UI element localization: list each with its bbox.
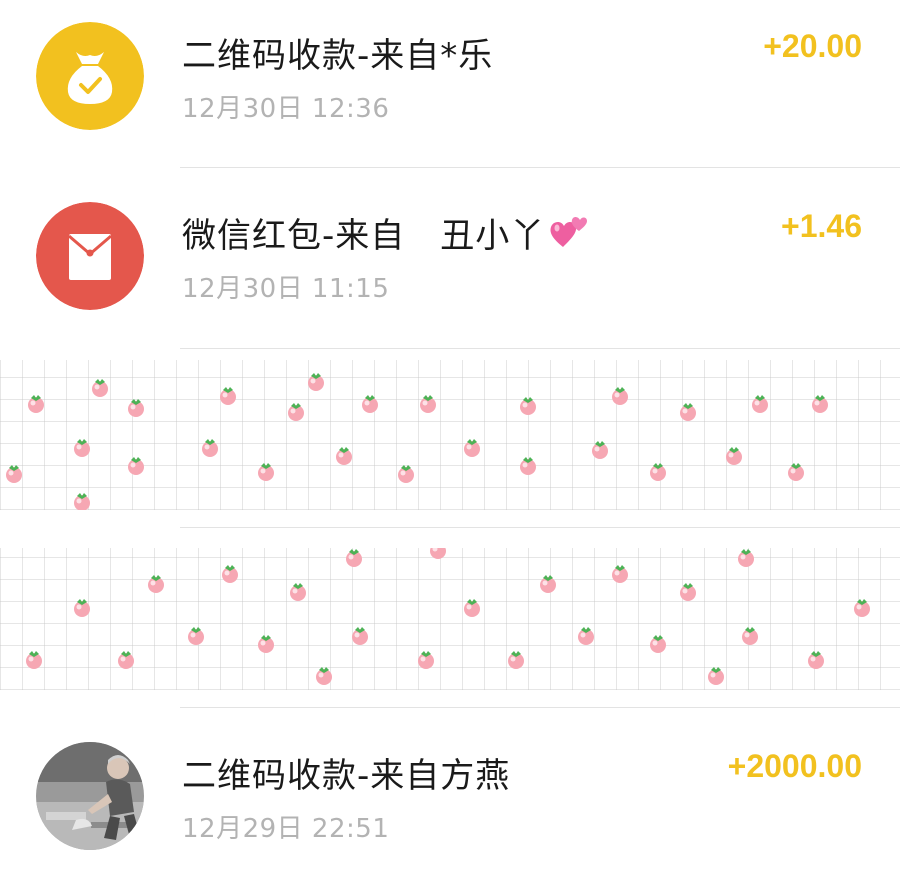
title-text: 微信红包-来自 丑小丫 [182, 216, 546, 256]
user-photo-avatar [36, 742, 144, 850]
transaction-time: 12月30日 12:36 [182, 94, 390, 124]
transaction-time: 12月29日 22:51 [182, 814, 390, 844]
transaction-amount: +1.46 [781, 208, 862, 244]
transaction-list: 二维码收款-来自*乐 12月30日 12:36 +20.00 微信红包-来自 丑… [0, 0, 900, 860]
transaction-row[interactable]: 微信红包-来自 丑小丫 12月30日 11:15 +1.46 [0, 168, 900, 348]
transaction-amount: +2000.00 [727, 748, 862, 784]
divider [180, 348, 900, 349]
divider [180, 527, 900, 528]
transaction-title: 二维码收款-来自方燕 [182, 756, 511, 796]
transaction-time: 12月30日 11:15 [182, 274, 390, 304]
transaction-row[interactable]: 二维码收款-来自方燕 12月29日 22:51 +2000.00 [0, 708, 900, 888]
two-hearts-icon [549, 211, 591, 260]
transaction-row[interactable]: 二维码收款-来自*乐 12月30日 12:36 +20.00 [0, 0, 900, 168]
transaction-amount: +20.00 [763, 28, 862, 64]
transaction-title: 二维码收款-来自*乐 [182, 36, 494, 76]
redacted-transaction-cover [0, 548, 900, 690]
transaction-title: 微信红包-来自 丑小丫 [182, 208, 591, 260]
money-bag-icon [36, 22, 144, 130]
red-packet-icon [36, 202, 144, 310]
redacted-transaction-cover [0, 360, 900, 510]
